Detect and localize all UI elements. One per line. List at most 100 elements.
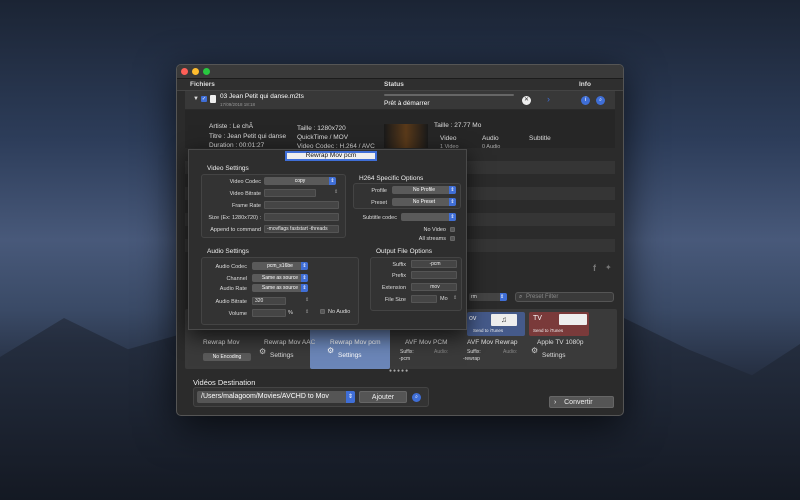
add-destination-button[interactable]: Ajouter bbox=[359, 391, 407, 403]
waveform-thumbnail bbox=[384, 124, 428, 148]
preset-category-popup[interactable]: rm ⇕ bbox=[469, 293, 507, 301]
no-video-label: No Video bbox=[423, 227, 446, 233]
preset-rewrap-mov-pcm[interactable]: Rewrap Mov pcm bbox=[330, 339, 381, 346]
size-field[interactable] bbox=[264, 213, 339, 221]
no-encoding-badge: No Encoding bbox=[203, 353, 251, 361]
page-dots[interactable]: ●●●●● bbox=[389, 368, 409, 374]
appletv-preset-thumbnail: TV Send to iTunes bbox=[529, 312, 589, 336]
file-size-field[interactable] bbox=[411, 295, 437, 303]
chevron-updown-icon: ⇕ bbox=[301, 274, 308, 282]
channel-popup[interactable]: Same as source ⇕ bbox=[252, 274, 308, 282]
facebook-icon[interactable]: f bbox=[593, 263, 596, 273]
profile-popup[interactable]: No Profile ⇕ bbox=[392, 186, 456, 194]
channel-value: Same as source bbox=[261, 275, 299, 281]
profile-label: Profile bbox=[371, 188, 387, 194]
stepper-icon[interactable]: ⇕ bbox=[305, 309, 309, 315]
no-video-checkbox[interactable] bbox=[450, 227, 455, 232]
preset-avf-mov-pcm[interactable]: AVF Mov PCM bbox=[405, 339, 448, 346]
chevron-updown-icon: ⇕ bbox=[449, 198, 456, 206]
audio-label: Audio: bbox=[503, 349, 518, 355]
volume-label: Volume bbox=[228, 311, 247, 317]
reveal-icon[interactable]: ⌕ bbox=[412, 393, 421, 402]
audio-rate-popup[interactable]: Same as source ⇕ bbox=[252, 284, 308, 292]
video-codec-popup[interactable]: copy ⇕ bbox=[264, 177, 336, 185]
audio-label: Audio: bbox=[434, 349, 449, 355]
append-field[interactable]: -movflags faststart -threads bbox=[264, 225, 339, 233]
convert-button[interactable]: › Convertir bbox=[549, 396, 614, 408]
container: QuickTime / MOV bbox=[297, 134, 349, 141]
preset-settings-button[interactable]: Settings bbox=[270, 352, 294, 359]
channel-label: Channel bbox=[226, 276, 248, 282]
chevron-updown-icon: ⇕ bbox=[346, 391, 355, 403]
stepper-icon[interactable]: ⇕ bbox=[453, 295, 457, 301]
no-audio-checkbox[interactable] bbox=[320, 309, 325, 314]
file-size: Taille : 27.77 Mo bbox=[434, 122, 482, 129]
search-icon[interactable]: ⌕ bbox=[596, 96, 605, 105]
preset-settings-button[interactable]: Settings bbox=[542, 352, 566, 359]
destination-path-popup[interactable]: /Users/malagoom/Movies/AVCHD to Mov ⇕ bbox=[197, 391, 355, 403]
zoom-window-button[interactable] bbox=[203, 68, 210, 75]
disclosure-triangle-icon[interactable]: ▼ bbox=[193, 96, 199, 102]
video-column: Video bbox=[440, 135, 457, 142]
suffix-value: -pcm bbox=[399, 356, 411, 362]
chevron-updown-icon: ⇕ bbox=[301, 284, 308, 292]
gear-icon[interactable]: ⚙ bbox=[327, 346, 334, 355]
preset-filter-field[interactable]: ⌕ Preset Filter bbox=[515, 292, 614, 302]
tv-screen bbox=[559, 314, 587, 325]
remove-icon[interactable]: ✕ bbox=[522, 96, 531, 105]
suffix-label: Suffix bbox=[392, 262, 406, 268]
h264-title: H264 Specific Options bbox=[359, 175, 424, 182]
info-icon[interactable]: i bbox=[581, 96, 590, 105]
progress-bar bbox=[384, 94, 514, 96]
send-to-itunes-checkbox[interactable]: Send to iTunes bbox=[533, 328, 563, 333]
subtitle-codec-popup[interactable]: ⇕ bbox=[401, 213, 456, 221]
file-row[interactable]: ▼ ✓ 03 Jean Petit qui danse.m2ts 17/09/2… bbox=[185, 91, 615, 110]
preset-rewrap-mov-aac[interactable]: Rewrap Mov AAC bbox=[264, 339, 315, 346]
audio-codec-popup[interactable]: pcm_s16be ⇕ bbox=[252, 262, 308, 270]
file-checkbox[interactable]: ✓ bbox=[201, 96, 207, 102]
column-info[interactable]: Info bbox=[579, 81, 591, 88]
column-status[interactable]: Status bbox=[384, 81, 404, 88]
preset-rewrap-mov[interactable]: Rewrap Mov bbox=[203, 339, 239, 346]
file-status: Prêt à démarrer bbox=[384, 100, 430, 107]
audio-bitrate-label: Audio Bitrate bbox=[215, 299, 248, 305]
title: Titre : Jean Petit qui danse bbox=[209, 133, 287, 140]
send-to-itunes-label: Send to iTunes bbox=[473, 328, 504, 333]
chevron-updown-icon: ⇕ bbox=[500, 293, 507, 301]
preset-popup[interactable]: No Preset ⇕ bbox=[392, 198, 456, 206]
stepper-icon[interactable]: ⇕ bbox=[305, 297, 309, 303]
search-icon: ⌕ bbox=[519, 294, 523, 300]
preset-apple-tv[interactable]: Apple TV 1080p bbox=[537, 339, 584, 346]
artist: Artiste : Le chÃ bbox=[209, 123, 254, 130]
volume-unit: % bbox=[288, 310, 293, 316]
gear-icon[interactable]: ⚙ bbox=[531, 346, 538, 355]
preset-settings-button[interactable]: Settings bbox=[338, 352, 362, 359]
volume-field[interactable] bbox=[252, 309, 286, 317]
prefix-field[interactable] bbox=[411, 271, 457, 279]
title-bar bbox=[177, 65, 623, 79]
preset-avf-mov-rewrap[interactable]: AVF Mov Rewrap bbox=[467, 339, 517, 346]
music-note-icon: ♫ bbox=[491, 314, 517, 326]
chevron-right-icon[interactable]: › bbox=[547, 94, 550, 104]
suffix-field[interactable]: -pcm bbox=[411, 260, 457, 268]
preset-name-field[interactable]: Rewrap Mov pcm bbox=[285, 151, 377, 161]
preset-filter-placeholder: Preset Filter bbox=[526, 294, 559, 300]
frame-rate-field[interactable] bbox=[264, 201, 339, 209]
file-details: Artiste : Le chÃ Titre : Jean Petit qui … bbox=[185, 110, 615, 150]
all-streams-checkbox[interactable] bbox=[450, 236, 455, 241]
extension-field[interactable]: mov bbox=[411, 283, 457, 291]
file-size-label: File Size bbox=[384, 297, 406, 303]
minimize-window-button[interactable] bbox=[192, 68, 199, 75]
close-window-button[interactable] bbox=[181, 68, 188, 75]
column-files[interactable]: Fichiers bbox=[190, 81, 215, 88]
audio-bitrate-field[interactable]: 320 bbox=[252, 297, 286, 305]
convert-label: Convertir bbox=[564, 399, 593, 406]
video-bitrate-field[interactable] bbox=[264, 189, 316, 197]
twitter-icon[interactable]: ✦ bbox=[605, 263, 612, 272]
gear-icon[interactable]: ⚙ bbox=[259, 347, 266, 356]
profile-value: No Profile bbox=[413, 187, 435, 193]
video-bitrate-label: Video Bitrate bbox=[229, 191, 261, 197]
output-options-title: Output File Options bbox=[376, 248, 432, 255]
file-date: 17/09/2018 18:18 bbox=[220, 102, 256, 107]
stepper-icon[interactable]: ⇕ bbox=[334, 189, 338, 195]
